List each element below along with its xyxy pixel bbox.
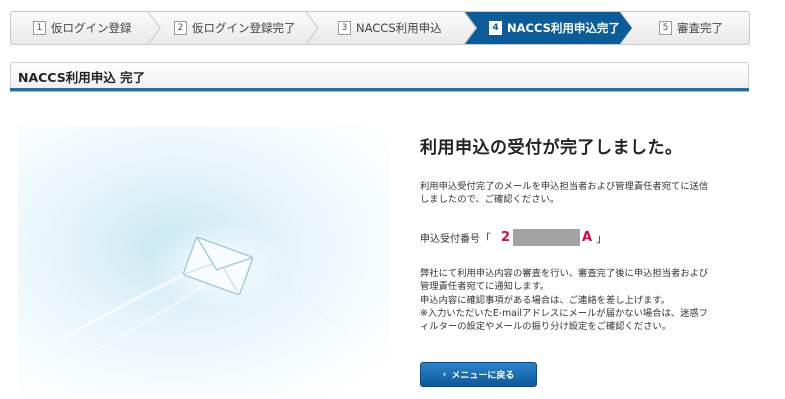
step-number: 5	[659, 21, 672, 35]
section-divider-light	[10, 91, 749, 92]
chevron-left-icon: ‹	[442, 369, 447, 380]
step-number: 3	[338, 21, 351, 35]
step-label: 仮ログイン登録完了	[192, 21, 296, 35]
step-number: 4	[489, 21, 502, 35]
step-4: 4 NACCS利用申込完了	[489, 12, 620, 44]
envelope-illustration	[18, 126, 390, 394]
section-header: NACCS利用申込 完了	[10, 62, 749, 90]
envelope-icon	[57, 221, 349, 362]
receipt-open-bracket: 「	[480, 231, 491, 245]
step-5: 5 審査完了	[659, 12, 723, 44]
step-number: 1	[33, 21, 46, 35]
receipt-label: 申込受付番号	[420, 234, 480, 245]
receipt-close-bracket: 」	[596, 231, 608, 245]
redacted-block	[513, 229, 581, 246]
step-label: 審査完了	[677, 21, 723, 35]
receipt-code-start: 2	[501, 230, 512, 245]
step-label: 仮ログイン登録	[51, 21, 132, 35]
button-label: メニューに戻る	[451, 371, 515, 381]
step-3: 3 NACCS利用申込	[338, 12, 442, 44]
completion-heading: 利用申込の受付が完了しました。	[420, 138, 683, 158]
step-label: NACCS利用申込完了	[507, 21, 620, 35]
step-progress-bar: 1 仮ログイン登録 2 仮ログイン登録完了 3 NACCS利用申込 4 NACC…	[10, 11, 750, 45]
section-title: NACCS利用申込 完了	[18, 70, 146, 85]
step-number: 2	[174, 21, 187, 35]
step-2: 2 仮ログイン登録完了	[174, 12, 296, 44]
back-to-menu-button[interactable]: ‹ メニューに戻る	[420, 362, 537, 387]
confirmation-message: 利用申込受付完了のメールを申込担当者および管理責任者宛てに送信しましたので、ご確…	[420, 181, 709, 206]
step-label: NACCS利用申込	[356, 21, 442, 35]
step-1: 1 仮ログイン登録	[33, 12, 132, 44]
receipt-number-row: 申込受付番号 「 2 A 」	[420, 229, 607, 246]
review-notice: 弊社にて利用申込内容の審査を行い、審査完了後に申込担当者および管理責任者宛てに通…	[420, 268, 709, 333]
receipt-code-end: A	[582, 230, 593, 245]
